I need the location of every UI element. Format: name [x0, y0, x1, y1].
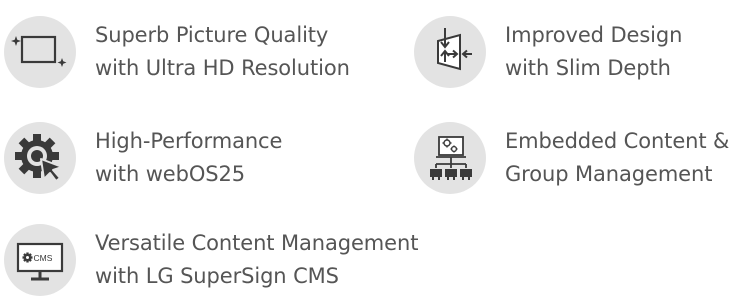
feature-subtitle: with Ultra HD Resolution: [95, 56, 350, 80]
group-management-icon: [414, 122, 486, 194]
feature-slim-design: Improved Design with Slim Depth: [414, 16, 682, 88]
feature-text: Superb Picture Quality with Ultra HD Res…: [95, 19, 350, 85]
slim-depth-icon: [414, 16, 486, 88]
feature-cms: CMS Versatile Content Management with LG…: [4, 224, 418, 296]
feature-picture-quality: Superb Picture Quality with Ultra HD Res…: [4, 16, 350, 88]
feature-performance: High-Performance with webOS25: [4, 122, 282, 194]
feature-text: High-Performance with webOS25: [95, 125, 282, 191]
feature-subtitle: with LG SuperSign CMS: [95, 264, 339, 288]
feature-title: Versatile Content Management: [95, 231, 419, 255]
feature-title: Superb Picture Quality: [95, 23, 329, 47]
feature-subtitle: with Slim Depth: [505, 56, 671, 80]
feature-text: Embedded Content & Group Management: [505, 125, 729, 191]
cms-label: CMS: [34, 253, 53, 263]
feature-subtitle: Group Management: [505, 162, 713, 186]
gear-cursor-icon: [4, 122, 76, 194]
display-quality-icon: [4, 16, 76, 88]
feature-text: Versatile Content Management with LG Sup…: [95, 227, 418, 293]
feature-group-management: Embedded Content & Group Management: [414, 122, 729, 194]
feature-title: High-Performance: [95, 129, 283, 153]
feature-subtitle: with webOS25: [95, 162, 246, 186]
feature-title: Embedded Content &: [505, 129, 730, 153]
feature-title: Improved Design: [505, 23, 683, 47]
feature-text: Improved Design with Slim Depth: [505, 19, 682, 85]
cms-monitor-icon: CMS: [4, 224, 76, 296]
